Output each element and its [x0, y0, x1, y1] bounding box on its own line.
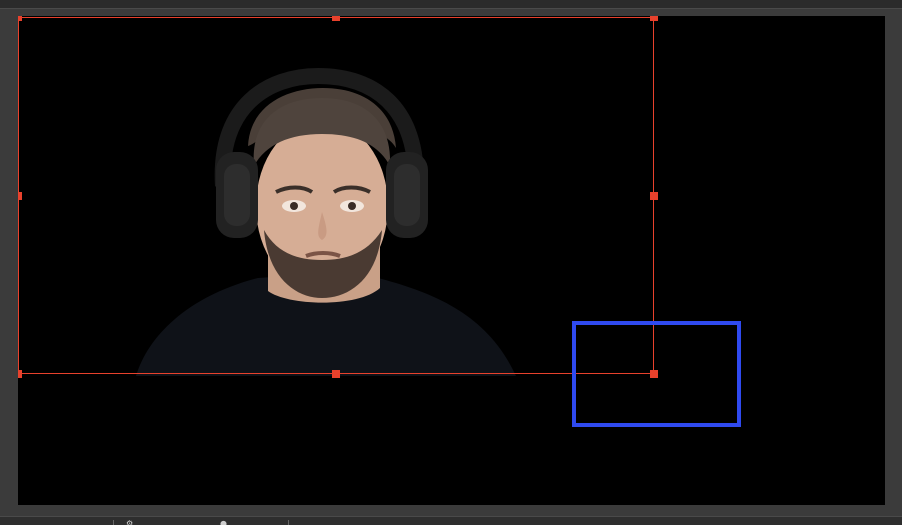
resize-handle-bottom-center[interactable] — [332, 370, 340, 378]
highlight-rectangle — [572, 321, 741, 427]
bottom-toolbar-strip: ⚙ ● — [0, 516, 902, 525]
resize-handle-top-left[interactable] — [18, 16, 22, 21]
resize-handle-top-center[interactable] — [332, 16, 340, 21]
preview-window: ⚙ ● — [0, 0, 902, 525]
preview-canvas[interactable] — [18, 16, 885, 505]
toolbar-separator — [113, 520, 114, 525]
resize-handle-bottom-left[interactable] — [18, 370, 22, 378]
resize-handle-middle-right[interactable] — [650, 192, 658, 200]
resize-handle-top-right[interactable] — [650, 16, 658, 21]
gear-icon[interactable]: ⚙ — [126, 520, 134, 525]
webcam-person-image[interactable] — [18, 16, 885, 505]
lock-icon[interactable]: ● — [220, 520, 228, 525]
top-toolbar-strip — [0, 0, 902, 9]
toolbar-separator — [288, 520, 289, 525]
resize-handle-middle-left[interactable] — [18, 192, 22, 200]
